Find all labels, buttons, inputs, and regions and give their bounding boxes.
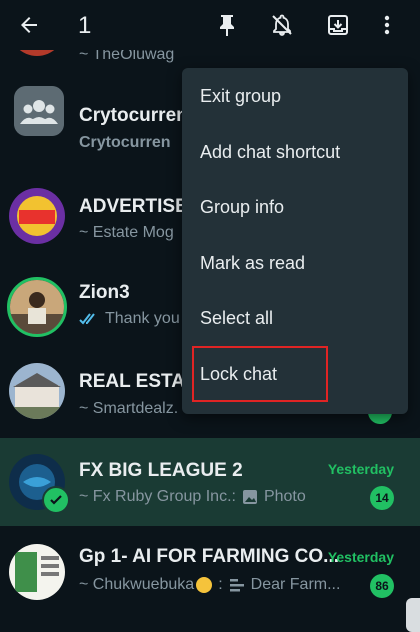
archive-icon	[328, 15, 348, 35]
nerd-face-icon	[196, 577, 213, 593]
more-options-button[interactable]	[373, 11, 401, 39]
chat-subtitle: ~ Smartdealz.	[79, 400, 179, 417]
chat-row[interactable]: Gp 1- AI FOR FARMING CO... Yesterday ~ C…	[0, 526, 420, 614]
back-arrow-icon	[21, 17, 37, 33]
menu-item-exit-group[interactable]: Exit group	[182, 68, 408, 124]
pin-button[interactable]	[213, 11, 241, 39]
chat-avatar	[9, 188, 65, 244]
pin-icon	[220, 15, 234, 36]
chat-subtitle: ~ Estate Mog	[79, 224, 174, 241]
mute-icon	[272, 14, 292, 36]
mute-button[interactable]	[268, 11, 296, 39]
selected-check-icon	[42, 486, 70, 514]
double-check-icon	[79, 313, 95, 325]
chat-name: Crytocurren	[79, 105, 188, 126]
chat-subtitle: Thank you	[79, 310, 180, 328]
chat-subtitle: ~ Fx Ruby Group Inc.: Photo	[79, 488, 306, 505]
chat-time: Yesterday	[327, 461, 394, 477]
menu-item-select-all[interactable]: Select all	[182, 290, 408, 346]
scrollbar-handle[interactable]	[406, 598, 420, 632]
chat-subtitle: Crytocurren	[79, 134, 171, 151]
unread-badge: 86	[370, 574, 394, 598]
back-button[interactable]	[14, 10, 44, 40]
menu-item-add-chat-shortcut[interactable]: Add chat shortcut	[182, 124, 408, 180]
highlight-box	[192, 346, 328, 402]
chat-avatar	[7, 277, 67, 337]
chat-time: Yesterday	[327, 549, 394, 565]
overflow-menu: Exit group Add chat shortcut Group info …	[182, 68, 408, 414]
chat-name: FX BIG LEAGUE 2	[79, 460, 243, 481]
chat-subtitle: ~ Chukwuebuka : Dear Farm...	[79, 576, 341, 593]
chat-name: ADVERTISE	[79, 196, 188, 217]
menu-item-group-info[interactable]: Group info	[182, 179, 408, 235]
photo-icon	[242, 490, 257, 504]
chat-avatar	[9, 544, 65, 600]
selection-toolbar: 1	[0, 0, 420, 50]
chat-avatar	[9, 363, 65, 419]
chat-name: Gp 1- AI FOR FARMING CO...	[79, 546, 340, 567]
selected-count: 1	[78, 12, 92, 39]
community-icon	[14, 86, 64, 136]
chat-name: REAL ESTAT	[79, 371, 196, 392]
group-avatar	[14, 86, 64, 136]
archive-button[interactable]	[324, 11, 352, 39]
chat-name: Zion3	[79, 282, 130, 303]
text-lines-icon	[229, 579, 244, 592]
unread-badge: 14	[370, 486, 394, 510]
chat-row-selected[interactable]: FX BIG LEAGUE 2 Yesterday ~ Fx Ruby Grou…	[0, 438, 420, 526]
more-vert-icon	[384, 15, 390, 35]
menu-item-mark-as-read[interactable]: Mark as read	[182, 235, 408, 291]
